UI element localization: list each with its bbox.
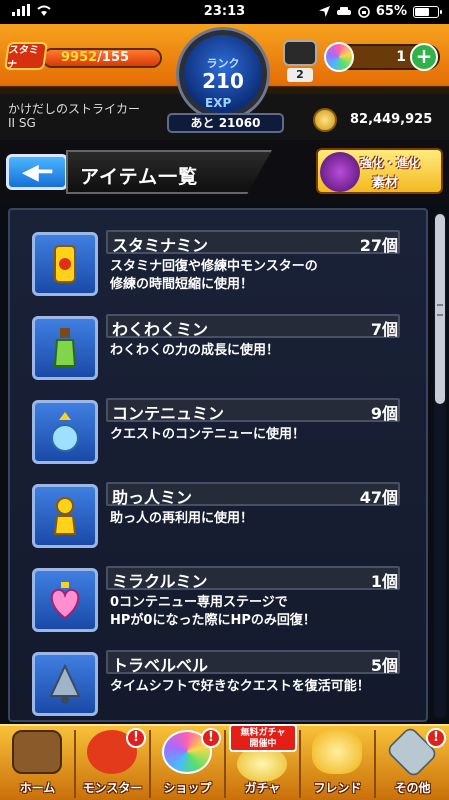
evolve-materials-button[interactable]: 強化・進化 素材 [316, 148, 443, 194]
add-orb-button[interactable]: + [410, 43, 438, 71]
page-title: アイテム一覧 [80, 166, 199, 188]
bottom-nav: ホーム ! モンスター ! ショップ 無料ガチャ 開催中 ガチャ フレンド ! そ… [0, 724, 449, 800]
item-row-stamina-min[interactable]: スタミナミン 27個 スタミナ回復や修練中モンスターの 修練の時間短縮に使用！ [28, 228, 402, 300]
bottle-icon [32, 316, 98, 380]
monster-portrait-icon [320, 152, 360, 192]
free-gacha-tag: 無料ガチャ 開催中 [229, 724, 297, 752]
back-arrow-icon: ◀━ [21, 159, 53, 185]
item-count: 1個 [370, 572, 398, 591]
potion-icon [32, 400, 98, 464]
item-count: 47個 [359, 488, 398, 507]
player-title: かけだしのストライカー [8, 102, 141, 116]
alert-badge: ! [126, 728, 146, 748]
can-icon [32, 232, 98, 296]
stamina-current: 9952 [61, 50, 98, 65]
stamina-max: /155 [97, 50, 130, 65]
item-name: トラベルベル [112, 656, 209, 675]
item-name: スタミナミン [112, 236, 209, 255]
nav-gacha-label: ガチャ [244, 781, 281, 795]
item-count: 27個 [359, 236, 398, 255]
car-icon [336, 7, 351, 15]
back-button[interactable]: ◀━ [6, 154, 68, 190]
nav-other-label: その他 [394, 781, 431, 795]
nav-shop-label: ショップ [163, 781, 212, 795]
nav-home[interactable]: ホーム [0, 726, 75, 800]
stamina-badge: スタミナ [4, 42, 48, 71]
nav-other[interactable]: ! その他 [375, 725, 449, 800]
title-bar: ◀━ アイテム一覧 強化・進化 素材 [0, 140, 449, 204]
exp-label: EXP [205, 96, 232, 110]
friends-icon [312, 730, 362, 774]
evolve-label-top: 強化・進化 [360, 156, 421, 170]
item-description: タイムシフトで好きなクエストを復活可能！ [110, 679, 370, 694]
screen-lock-icon [358, 5, 370, 18]
scrollbar[interactable] [434, 212, 446, 718]
bell-icon [32, 652, 98, 716]
orb-icon [324, 42, 354, 72]
stamina-text: 9952/155 [61, 50, 129, 65]
item-description: クエストのコンテニューに使用！ [110, 427, 306, 442]
scroll-thumb[interactable] [435, 214, 445, 404]
item-description: 0コンテニュー専用ステージで HPが0になった際にHPのみ回復！ [110, 595, 316, 628]
orb-slot-count: 2 [287, 68, 313, 82]
nav-friend-label: フレンド [313, 781, 362, 795]
item-name: コンテニュミン [112, 404, 225, 423]
item-count: 5個 [370, 656, 398, 675]
orb-storage-slot[interactable]: 2 [283, 40, 317, 84]
item-name: 助っ人ミン [112, 488, 193, 507]
item-row-travel-bell[interactable]: トラベルベル 5個 タイムシフトで好きなクエストを復活可能！ [28, 648, 402, 720]
exp-remaining: あと 21060 [167, 113, 284, 133]
item-name: ミラクルミン [112, 572, 208, 591]
item-description: わくわくの力の成長に使用！ [110, 343, 280, 358]
item-row-wakuwaku-min[interactable]: わくわくミン 7個 わくわくの力の成長に使用！ [28, 312, 402, 384]
figure-icon [32, 484, 98, 548]
stamina-gauge: スタミナ 9952/155 [4, 42, 164, 71]
item-row-miracle-min[interactable]: ミラクルミン 1個 0コンテニュー専用ステージで HPが0になった際にHPのみ回復… [28, 564, 402, 636]
item-row-helper-min[interactable]: 助っ人ミン 47個 助っ人の再利用に使用！ [28, 480, 402, 552]
battery-icon [413, 5, 442, 18]
heart-icon [32, 568, 98, 632]
orb-slot-icon [283, 40, 317, 66]
alert-badge: ! [201, 728, 221, 748]
item-description: スタミナ回復や修練中モンスターの 修練の時間短縮に使用！ [110, 259, 318, 292]
nav-monster[interactable]: ! モンスター [75, 726, 150, 800]
player-name: II SG [8, 116, 36, 130]
house-icon [12, 730, 62, 774]
gold-amount: 82,449,925 [350, 112, 433, 127]
status-right-group: 65% [318, 4, 442, 19]
gold-coin-icon [313, 108, 337, 132]
nav-gacha[interactable]: 無料ガチャ 開催中 ガチャ [225, 724, 300, 800]
orb-counter: 1 + [324, 42, 440, 72]
status-bar: 23:13 65% [0, 0, 449, 24]
alert-badge: ! [426, 728, 446, 748]
item-description: 助っ人の再利用に使用！ [110, 511, 254, 526]
item-name: わくわくミン [112, 320, 209, 339]
top-header: スタミナ 9952/155 ランク 210 EXP あと 21060 2 1 +… [0, 24, 449, 160]
location-arrow-icon [318, 6, 330, 17]
battery-percent: 65% [375, 4, 407, 19]
item-count: 7個 [370, 320, 398, 339]
orb-count: 1 [396, 49, 406, 65]
item-row-continue-min[interactable]: コンテニュミン 9個 クエストのコンテニューに使用！ [28, 396, 402, 468]
nav-friend[interactable]: フレンド [300, 726, 375, 800]
evolve-label-bottom: 素材 [372, 176, 399, 191]
item-count: 9個 [370, 404, 398, 423]
nav-monster-label: モンスター [82, 781, 143, 795]
nav-shop[interactable]: ! ショップ [150, 726, 225, 800]
rank-value: 210 [202, 69, 244, 93]
nav-home-label: ホーム [19, 781, 56, 795]
